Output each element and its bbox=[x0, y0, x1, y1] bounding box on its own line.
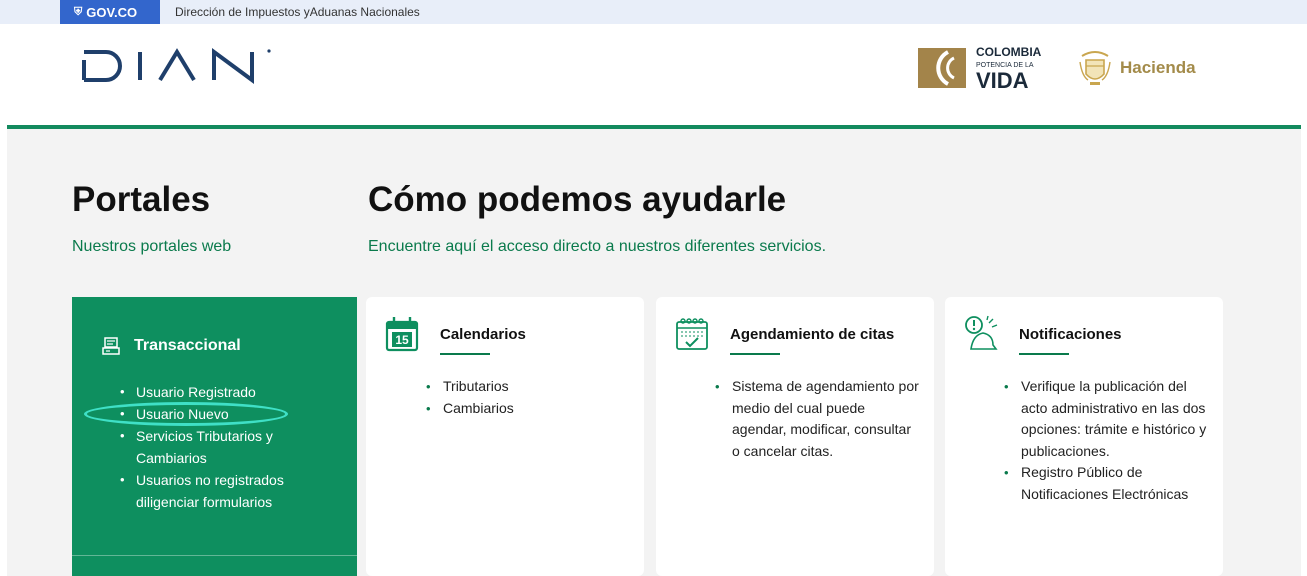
title-underline bbox=[730, 353, 780, 355]
colombia-potencia-logo: COLOMBIA POTENCIA DE LA VIDA bbox=[918, 42, 1058, 94]
card-title: Calendarios bbox=[440, 326, 526, 343]
gov-co-label: GOV.CO bbox=[86, 4, 138, 20]
link-cambiarios[interactable]: Cambiarios bbox=[426, 398, 626, 420]
highlight-annotation bbox=[84, 402, 288, 426]
portales-subtitle: Nuestros portales web bbox=[72, 238, 232, 255]
calendar-day: 15 bbox=[395, 333, 409, 347]
hacienda-logo: Hacienda bbox=[1078, 44, 1218, 92]
ayuda-subtitle: Encuentre aquí el acceso directo a nuest… bbox=[368, 238, 827, 255]
hacienda-label: Hacienda bbox=[1120, 58, 1196, 77]
card-agendamiento[interactable]: Agendamiento de citas Sistema de agendam… bbox=[656, 297, 934, 576]
card-list: Verifique la publicación del acto admini… bbox=[1004, 376, 1209, 505]
card-calendarios[interactable]: 15 Calendarios Tributarios Cambiarios bbox=[366, 297, 644, 576]
coat-of-arms-icon bbox=[1079, 51, 1111, 85]
colombia-line-3: VIDA bbox=[976, 68, 1029, 93]
panel-divider bbox=[72, 555, 357, 556]
transaccional-list: Usuario Registrado Usuario Nuevo Servici… bbox=[120, 381, 320, 513]
site-header: COLOMBIA POTENCIA DE LA VIDA Hacienda bbox=[0, 24, 1307, 126]
colombia-line-1: COLOMBIA bbox=[976, 45, 1042, 59]
title-underline bbox=[440, 353, 490, 355]
card-list: Sistema de agendamiento por medio del cu… bbox=[715, 376, 920, 462]
calendar-15-icon: 15 bbox=[385, 317, 419, 352]
portales-title: Portales bbox=[72, 180, 211, 219]
shield-icon: ⛨ bbox=[74, 5, 83, 18]
agendamiento-description[interactable]: Sistema de agendamiento por medio del cu… bbox=[715, 376, 920, 462]
card-list: Tributarios Cambiarios bbox=[426, 376, 626, 419]
card-title: Agendamiento de citas bbox=[730, 326, 895, 343]
transaction-terminal-icon bbox=[102, 337, 120, 355]
dian-logo[interactable] bbox=[82, 46, 282, 86]
gov-bar-text: Dirección de Impuestos yAduanas Nacional… bbox=[175, 5, 420, 19]
transaccional-title: Transaccional bbox=[134, 337, 241, 354]
card-title: Notificaciones bbox=[1019, 326, 1122, 343]
link-servicios-tributarios[interactable]: Servicios Tributarios y Cambiarios bbox=[120, 425, 320, 469]
notification-bell-icon bbox=[965, 315, 998, 350]
ayuda-title: Cómo podemos ayudarle bbox=[368, 180, 787, 219]
link-usuarios-no-registrados[interactable]: Usuarios no registrados diligenciar form… bbox=[120, 469, 320, 513]
title-underline bbox=[1019, 353, 1069, 355]
link-tributarios[interactable]: Tributarios bbox=[426, 376, 626, 398]
calendar-check-icon bbox=[676, 318, 708, 350]
link-usuario-registrado[interactable]: Usuario Registrado bbox=[120, 381, 320, 403]
link-verifique-publicacion[interactable]: Verifique la publicación del acto admini… bbox=[1004, 376, 1209, 462]
transaccional-panel: Transaccional Usuario Registrado Usuario… bbox=[72, 297, 357, 576]
gov-bar: ⛨ GOV.CO Dirección de Impuestos yAduanas… bbox=[0, 0, 1307, 24]
transaccional-header[interactable]: Transaccional bbox=[102, 337, 241, 355]
link-registro-publico[interactable]: Registro Público de Notificaciones Elect… bbox=[1004, 462, 1209, 505]
card-notificaciones[interactable]: Notificaciones Verifique la publicación … bbox=[945, 297, 1223, 576]
gov-co-link[interactable]: ⛨ GOV.CO bbox=[60, 0, 160, 24]
